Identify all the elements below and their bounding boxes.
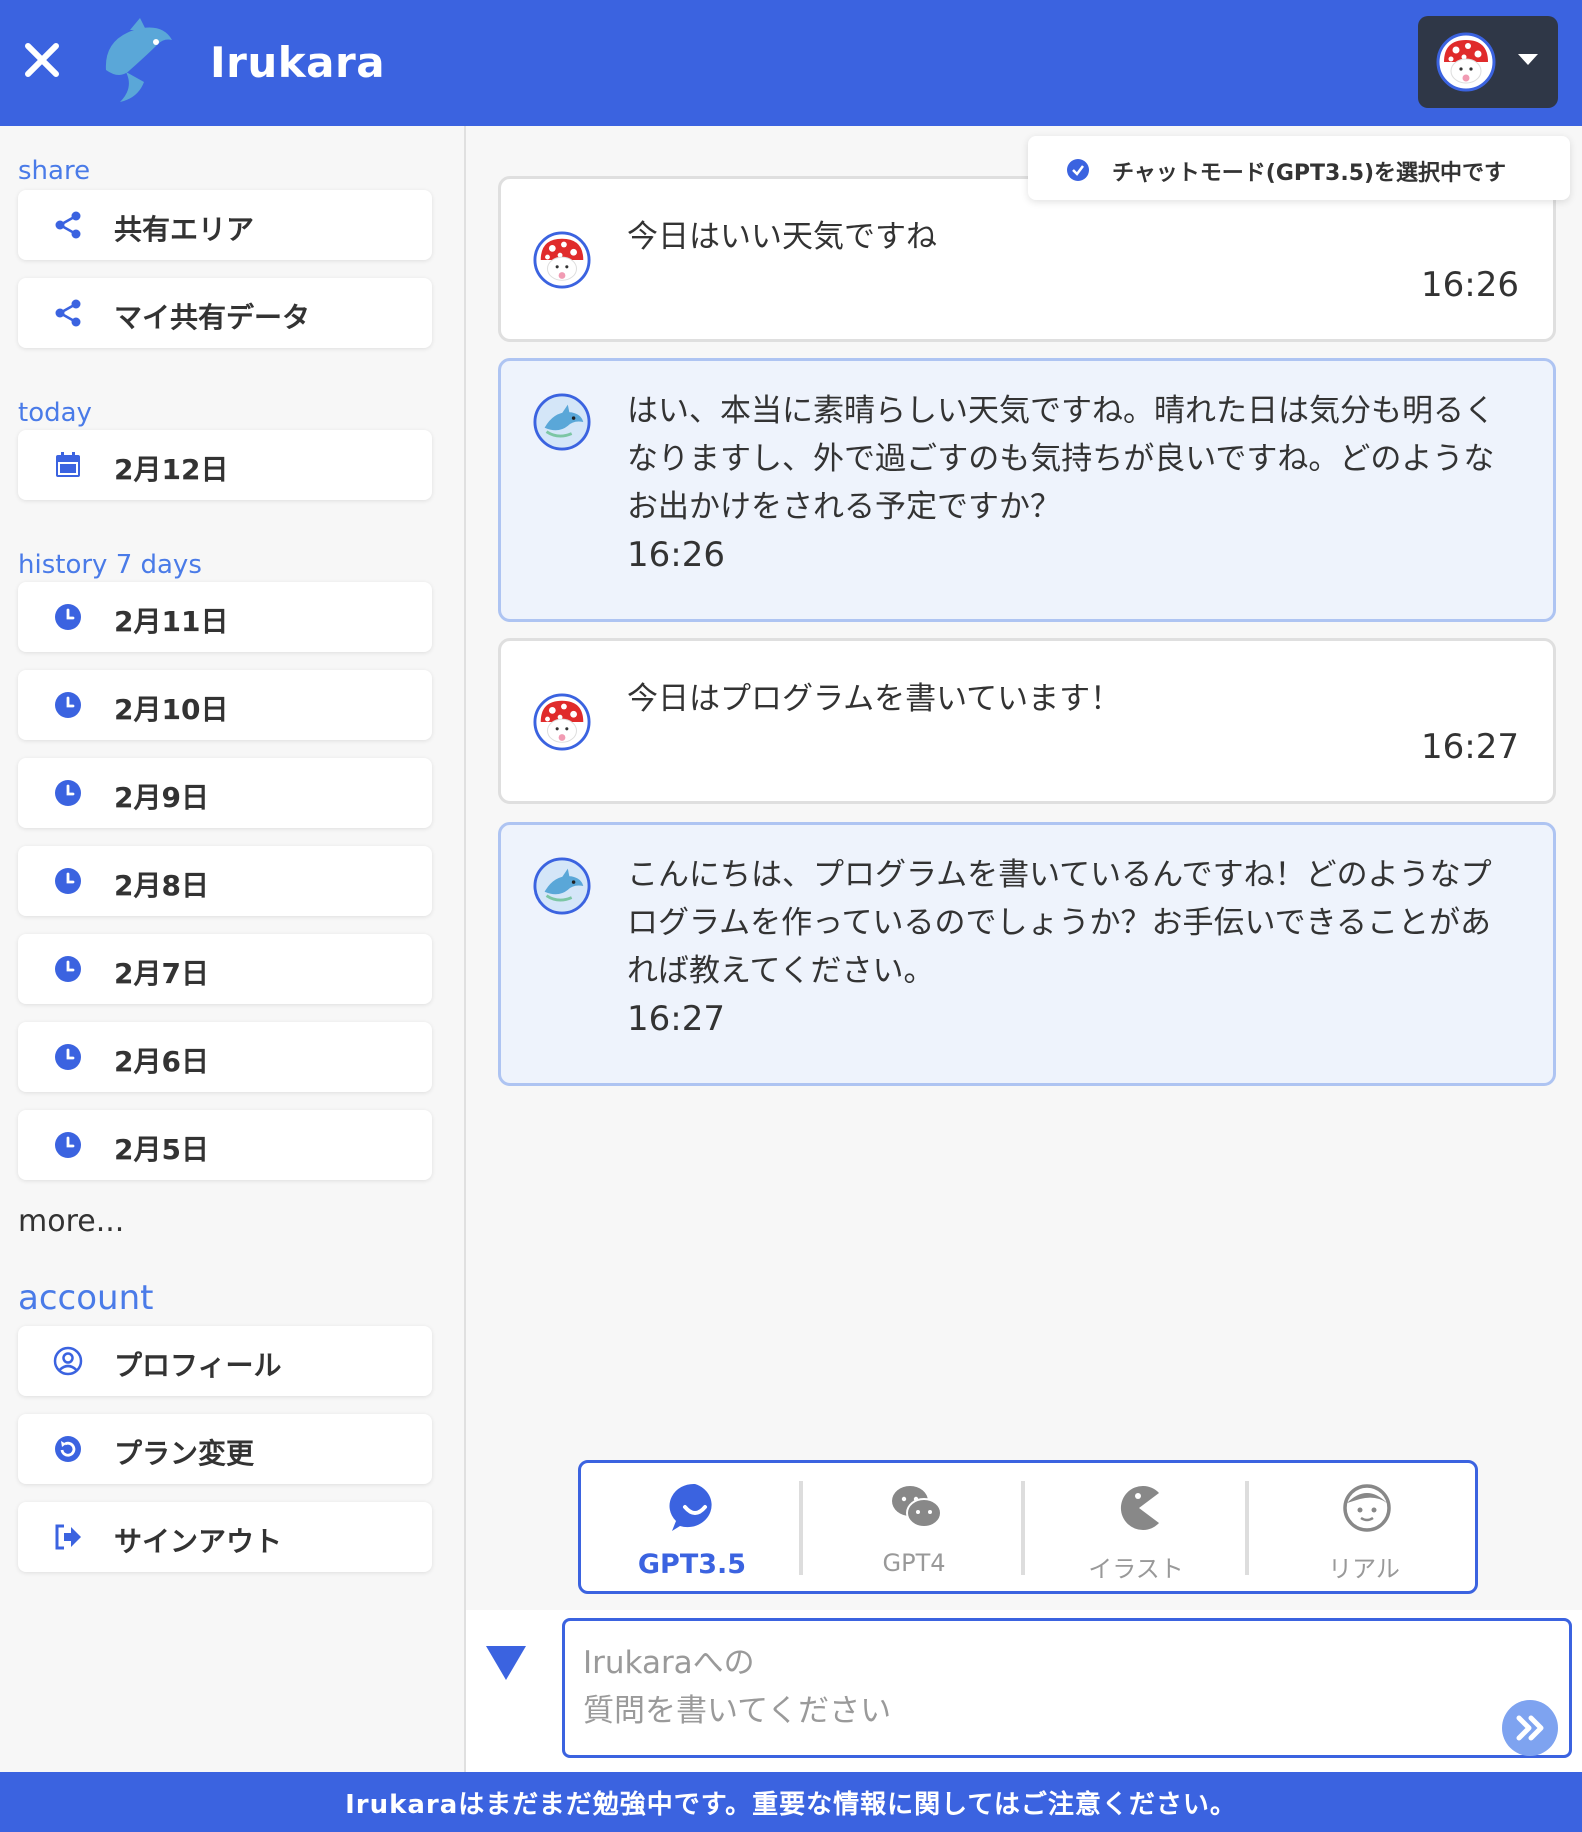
message-text: はい、本当に素晴らしい天気ですね。晴れた日は気分も明るくなりますし、外で過ごすの…	[627, 393, 1495, 525]
message-body: はい、本当に素晴らしい天気ですね。晴れた日は気分も明るくなりますし、外で過ごすの…	[627, 387, 1519, 579]
sidebar-item-my-shared-data[interactable]: マイ共有データ	[18, 278, 432, 348]
chat-message-user: 今日はプログラムを書いています！ 16:27	[498, 638, 1556, 804]
face-icon	[1343, 1484, 1391, 1532]
check-circle-icon	[1067, 159, 1089, 181]
sidebar-item-history[interactable]: 2月6日	[18, 1022, 432, 1092]
section-title-share: share	[18, 156, 91, 186]
clock-icon	[52, 953, 84, 985]
sidebar-item-label: 2月11日	[114, 605, 229, 638]
account-menu-button[interactable]	[1418, 16, 1558, 108]
bot-avatar	[533, 857, 591, 915]
triangle-down-icon[interactable]	[486, 1646, 526, 1680]
wechat-icon	[892, 1486, 942, 1528]
message-text: 今日はいい天気ですね	[627, 219, 937, 255]
sidebar-item-label: 2月6日	[114, 1045, 209, 1078]
mode-label: イラスト	[1088, 1555, 1184, 1583]
message-time: 16:26	[1421, 265, 1519, 305]
caret-down-icon	[1518, 54, 1538, 65]
clock-icon	[52, 777, 84, 809]
sidebar-item-label: 共有エリア	[114, 213, 255, 246]
sidebar-item-label: 2月9日	[114, 781, 209, 814]
mode-illust-button[interactable]: イラスト	[1025, 1463, 1247, 1591]
message-text: 今日はプログラムを書いています！	[627, 681, 1122, 717]
user-circle-icon	[52, 1345, 84, 1377]
brand-name: Irukara	[210, 38, 386, 87]
sidebar-item-label: 2月7日	[114, 957, 209, 990]
sidebar-item-history[interactable]: 2月7日	[18, 934, 432, 1004]
input-zone	[466, 1610, 1582, 1772]
more-link[interactable]: more...	[18, 1204, 124, 1239]
sign-out-icon	[52, 1521, 84, 1553]
mode-label: GPT4	[882, 1549, 946, 1577]
clock-icon	[52, 1129, 84, 1161]
message-text: こんにちは、プログラムを書いているんですね！どのようなプログラムを作っているので…	[627, 857, 1492, 989]
sidebar-item-history[interactable]: 2月5日	[18, 1110, 432, 1180]
message-time: 16:26	[627, 535, 725, 575]
refresh-icon	[52, 1433, 84, 1465]
user-avatar	[1436, 32, 1496, 92]
mode-divider	[1245, 1481, 1249, 1575]
section-title-today: today	[18, 398, 92, 428]
chat-area: 今日はいい天気ですね 16:26 チャットモード(GPT3.5)を選択中です は…	[466, 126, 1582, 1772]
message-body: こんにちは、プログラムを書いているんですね！どのようなプログラムを作っているので…	[627, 851, 1519, 1043]
double-chevron-right-icon	[1516, 1715, 1544, 1741]
pacman-icon	[1120, 1486, 1159, 1530]
section-title-account: account	[18, 1278, 154, 1318]
chat-message-bot: こんにちは、プログラムを書いているんですね！どのようなプログラムを作っているので…	[498, 822, 1556, 1086]
sidebar-item-label: 2月8日	[114, 869, 209, 902]
sidebar-item-label: 2月10日	[114, 693, 229, 726]
message-time: 16:27	[1421, 727, 1519, 767]
footer-notice: Irukaraはまだまだ勉強中です。重要な情報に関してはご注意ください。	[0, 1772, 1582, 1832]
user-avatar	[533, 693, 591, 751]
user-avatar	[533, 231, 591, 289]
app-header: Irukara	[0, 0, 1582, 126]
sidebar-item-label: プラン変更	[114, 1437, 255, 1470]
sidebar-item-shared-area[interactable]: 共有エリア	[18, 190, 432, 260]
mode-toast: チャットモード(GPT3.5)を選択中です	[1028, 136, 1570, 200]
sidebar-item-history[interactable]: 2月9日	[18, 758, 432, 828]
mode-real-button[interactable]: リアル	[1253, 1463, 1475, 1591]
clock-icon	[52, 689, 84, 721]
mode-gpt35-button[interactable]: GPT3.5	[581, 1463, 803, 1591]
chat-message-bot: はい、本当に素晴らしい天気ですね。晴れた日は気分も明るくなりますし、外で過ごすの…	[498, 358, 1556, 622]
calendar-icon	[52, 449, 84, 481]
clock-icon	[52, 1041, 84, 1073]
mode-gpt4-button[interactable]: GPT4	[803, 1463, 1025, 1591]
share-icon	[52, 297, 84, 329]
mode-selector: GPT3.5 GPT4 イラスト リアル	[578, 1460, 1478, 1594]
mode-label: リアル	[1328, 1555, 1400, 1583]
sidebar-item-today[interactable]: 2月12日	[18, 430, 432, 500]
smile-chat-icon	[669, 1483, 712, 1531]
chat-message-user: 今日はいい天気ですね 16:26	[498, 176, 1556, 342]
sidebar: share 共有エリア マイ共有データ today 2月12日 history …	[0, 126, 466, 1772]
clock-icon	[52, 865, 84, 897]
footer-text: Irukaraはまだまだ勉強中です。重要な情報に関してはご注意ください。	[345, 1790, 1237, 1820]
sidebar-item-profile[interactable]: プロフィール	[18, 1326, 432, 1396]
dolphin-logo-icon	[105, 18, 172, 102]
mode-label: GPT3.5	[637, 1549, 747, 1580]
send-button[interactable]	[1502, 1700, 1558, 1756]
share-icon	[52, 209, 84, 241]
question-input[interactable]	[562, 1618, 1572, 1758]
sidebar-item-sign-out[interactable]: サインアウト	[18, 1502, 432, 1572]
sidebar-item-label: プロフィール	[114, 1349, 282, 1382]
sidebar-item-history[interactable]: 2月8日	[18, 846, 432, 916]
close-icon[interactable]	[22, 40, 62, 80]
clock-icon	[52, 601, 84, 633]
sidebar-item-label: サインアウト	[114, 1525, 283, 1558]
sidebar-item-history[interactable]: 2月11日	[18, 582, 432, 652]
sidebar-item-label: マイ共有データ	[114, 301, 311, 334]
sidebar-item-label: 2月12日	[114, 453, 229, 486]
sidebar-item-history[interactable]: 2月10日	[18, 670, 432, 740]
section-title-history: history 7 days	[18, 550, 202, 580]
bot-avatar	[533, 393, 591, 451]
message-time: 16:27	[627, 999, 725, 1039]
sidebar-item-plan-change[interactable]: プラン変更	[18, 1414, 432, 1484]
sidebar-item-label: 2月5日	[114, 1133, 209, 1166]
toast-text: チャットモード(GPT3.5)を選択中です	[1112, 161, 1507, 186]
